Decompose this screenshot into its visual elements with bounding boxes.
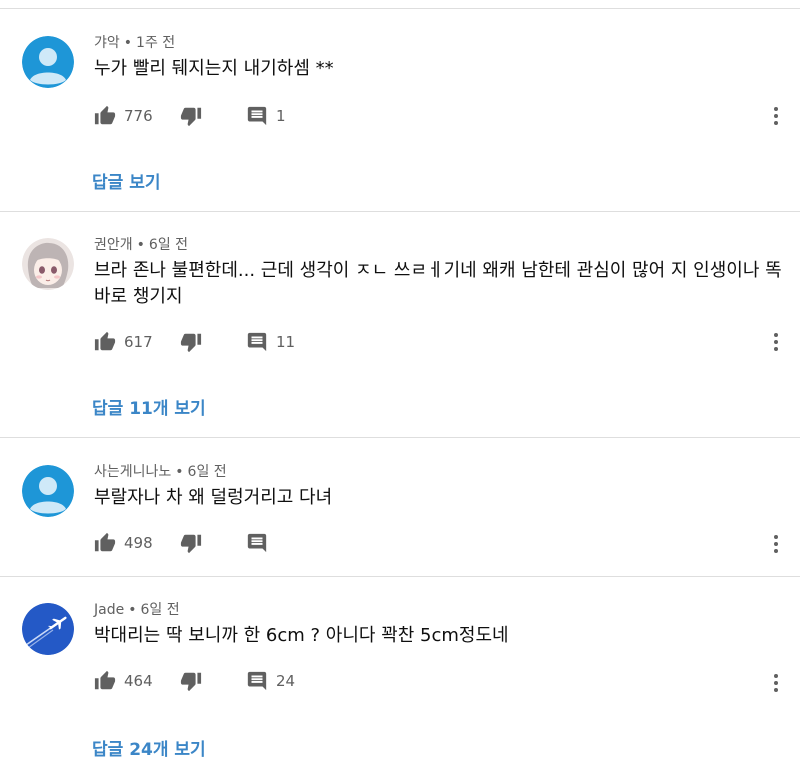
more-options-button[interactable]: [764, 671, 788, 695]
reply-button[interactable]: [246, 531, 268, 555]
comment-icon: [247, 332, 267, 352]
meta-separator: •: [123, 35, 133, 51]
dislike-button[interactable]: [180, 669, 202, 693]
thumbs-down-icon: [180, 333, 202, 353]
like-count: 498: [124, 534, 153, 552]
meta-separator: •: [136, 237, 145, 253]
comment-icon: [247, 533, 267, 553]
comment-divider: [0, 576, 800, 577]
thumbs-up-icon: [94, 105, 116, 125]
comment-icon: [247, 106, 267, 126]
meta-separator: •: [128, 602, 137, 618]
comment-author[interactable]: 권안개: [94, 237, 133, 253]
comment-meta: 사는게니나노 • 6일 전: [94, 461, 227, 481]
more-vert-icon: [774, 107, 778, 125]
more-options-button[interactable]: [764, 104, 788, 128]
comment-author[interactable]: Jade: [94, 602, 124, 618]
comment-text: 부랄자나 차 왜 덜렁거리고 다녀: [94, 487, 333, 508]
comment-text: 박대리는 딱 보니까 한 6cm ? 아니다 꽉찬 5cm정도네: [94, 625, 509, 646]
thumbs-up-icon: [94, 331, 116, 351]
comment-time[interactable]: 1주 전: [136, 35, 175, 51]
comment-time[interactable]: 6일 전: [188, 464, 227, 480]
meta-separator: •: [175, 464, 184, 480]
comment-author[interactable]: 사는게니나노: [94, 464, 171, 480]
comment-divider: [0, 437, 800, 438]
thumbs-down-icon: [180, 672, 202, 692]
more-vert-icon: [774, 333, 778, 351]
comment-time[interactable]: 6일 전: [149, 237, 188, 253]
like-count: 617: [124, 333, 153, 351]
view-replies-link[interactable]: 답글 11개 보기: [92, 394, 206, 419]
comment-meta: 갸악 • 1주 전: [94, 32, 175, 52]
comment-meta: 권안개 • 6일 전: [94, 234, 188, 254]
comment-divider: [0, 211, 800, 212]
reply-button[interactable]: 11: [246, 330, 295, 354]
more-vert-icon: [774, 535, 778, 553]
reply-count: 1: [276, 107, 286, 125]
top-divider: [0, 8, 800, 9]
avatar[interactable]: [22, 603, 74, 655]
reply-button[interactable]: 24: [246, 669, 295, 693]
avatar[interactable]: [22, 465, 74, 517]
comment-author[interactable]: 갸악: [94, 35, 120, 51]
more-options-button[interactable]: [764, 532, 788, 556]
thumbs-down-icon: [180, 534, 202, 554]
airplane-avatar-icon: [22, 603, 74, 655]
default-person-icon: [22, 465, 74, 517]
more-options-button[interactable]: [764, 330, 788, 354]
anime-girl-icon: [22, 238, 74, 290]
like-count: 464: [124, 672, 153, 690]
reply-count: 24: [276, 672, 296, 690]
comment-text: 누가 빨리 뒈지는지 내기하셈 **: [94, 58, 334, 79]
dislike-button[interactable]: [180, 330, 202, 354]
like-button[interactable]: 464: [94, 669, 153, 693]
view-replies-link[interactable]: 답글 보기: [92, 168, 160, 193]
comment-text: 브라 존나 불편한데... 근데 생각이 ㅈㄴ 쓰ㄹㅔ기네 왜캐 남한테 관심이…: [94, 260, 782, 307]
thumbs-up-icon: [94, 532, 116, 552]
view-replies-link[interactable]: 답글 24개 보기: [92, 735, 206, 760]
more-vert-icon: [774, 674, 778, 692]
avatar[interactable]: [22, 36, 74, 88]
like-button[interactable]: 498: [94, 531, 153, 555]
default-person-icon: [22, 36, 74, 88]
avatar[interactable]: [22, 238, 74, 290]
dislike-button[interactable]: [180, 531, 202, 555]
like-button[interactable]: 776: [94, 104, 153, 128]
dislike-button[interactable]: [180, 104, 202, 128]
comment-icon: [247, 671, 267, 691]
like-count: 776: [124, 107, 153, 125]
thumbs-up-icon: [94, 670, 116, 690]
comment-meta: Jade • 6일 전: [94, 599, 180, 619]
comment-time[interactable]: 6일 전: [140, 602, 179, 618]
thumbs-down-icon: [180, 107, 202, 127]
reply-button[interactable]: 1: [246, 104, 286, 128]
reply-count: 11: [276, 333, 296, 351]
like-button[interactable]: 617: [94, 330, 153, 354]
